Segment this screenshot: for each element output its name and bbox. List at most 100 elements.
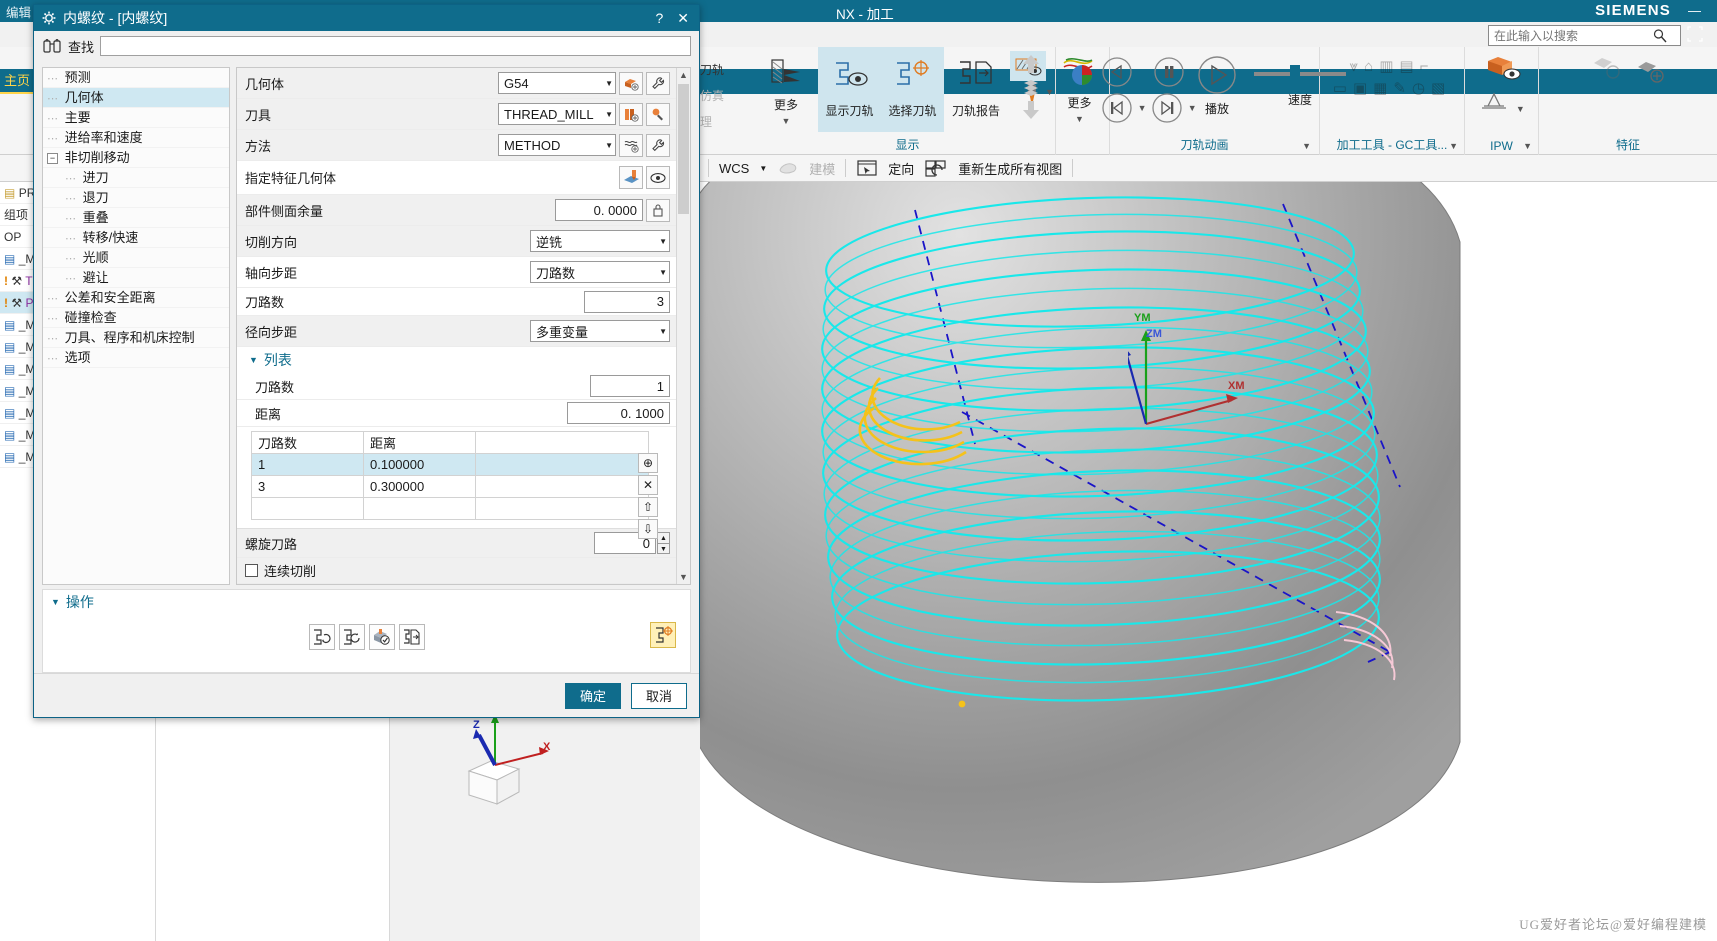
method-new-button[interactable] [619,133,643,157]
chevron-down-icon[interactable]: ▼ [1075,114,1084,124]
specify-feature-geometry-button[interactable] [619,166,643,189]
list-add-button[interactable]: ⊕ [638,453,658,473]
table-row[interactable]: 1 0.100000 [251,453,649,476]
ribbon-button-toolpath-report[interactable]: 刀轨报告 [944,47,1008,132]
gc-icon-10[interactable]: ◷ [1412,80,1431,97]
dialog-tree-item-options[interactable]: ⋯ 选项 [43,348,229,368]
cut-direction-select[interactable]: 逆铣 ▼ [530,230,670,252]
gc-icon-11[interactable]: ▧ [1431,80,1451,97]
ipw-section-icon[interactable] [1478,88,1512,112]
gc-icon-4[interactable]: ▤ [1399,58,1419,75]
graphics-window[interactable]: YM ZM XM UG爱好者论坛@爱好编程建模 [700,182,1717,941]
list-move-up-button[interactable]: ⇧ [638,497,658,517]
dialog-nav-tree[interactable]: ⋯ 预测 ⋯ 几何体 ⋯ 主要 ⋯ 进给率和速度 − 非切削移动 ⋯ 进刀 ⋯ … [42,67,230,585]
dialog-tree-item-tolerance[interactable]: ⋯ 公差和安全距离 [43,288,229,308]
stepper-up-icon[interactable]: ▲ [657,532,670,543]
chevron-down-icon[interactable]: ▼ [1449,141,1458,151]
chevron-down-icon[interactable]: ▼ [597,79,613,88]
display-feature-geometry-button[interactable] [646,166,670,189]
chevron-down-icon[interactable]: ▼ [759,164,767,173]
dialog-tree-item-transfer[interactable]: ⋯ 转移/快速 [43,228,229,248]
gc-icon-5[interactable]: ⌐ [1420,58,1435,75]
part-side-stock-input[interactable]: 0. 0000 [555,199,643,221]
menu-item-edit[interactable]: 编辑 [6,2,31,21]
geometry-select[interactable]: G54 ▼ [498,72,616,94]
expand-icon[interactable] [1687,26,1705,44]
arrow-down-icon[interactable] [1016,99,1046,121]
dialog-tree-item-overlap[interactable]: ⋯ 重叠 [43,208,229,228]
chevron-down-icon[interactable]: ▼ [1523,141,1532,151]
generate-toolpath-button[interactable] [308,624,335,650]
list-section-header[interactable]: ▼ 列表 [237,347,676,373]
ribbon-button-show-toolpath[interactable]: 显示刀轨 [818,47,881,132]
last-frame-icon[interactable] [1150,91,1184,125]
tool-select[interactable]: THREAD_MILL ▼ [498,103,616,125]
chevron-down-icon[interactable]: ▼ [1138,103,1147,113]
chevron-down-icon[interactable]: ▼ [782,116,791,126]
list-move-down-button[interactable]: ⇩ [638,519,658,539]
replay-toolpath-button[interactable] [338,624,365,650]
form-scrollbar[interactable]: ▲ ▼ [676,68,690,584]
feature-find-icon[interactable] [1586,53,1626,87]
speed-slider-thumb[interactable] [1290,65,1300,83]
gc-icon-7[interactable]: ▣ [1353,80,1373,97]
orient-icon[interactable] [856,158,878,178]
close-icon[interactable]: ✕ [677,10,689,27]
ipw-solid-icon[interactable] [1480,53,1524,85]
operations-header[interactable]: ▼ 操作 [43,590,690,614]
first-frame-icon[interactable] [1100,91,1134,125]
scrollbar-thumb[interactable] [678,84,689,214]
gc-icon-1[interactable]: ⩔ [1350,58,1364,75]
chevron-down-icon[interactable]: ▼ [1516,104,1525,114]
triangle-down-icon[interactable]: ▼ [249,355,258,365]
toolbar-wcs-label[interactable]: WCS [719,161,749,176]
tool-edit-button[interactable] [646,102,670,126]
verify-toolpath-button[interactable] [368,624,395,650]
dialog-tree-item-collision[interactable]: ⋯ 碰撞检查 [43,308,229,328]
chevron-down-icon[interactable]: ▼ [597,141,613,150]
stepper-down-icon[interactable]: ▼ [657,543,670,554]
ribbon-button-select-toolpath[interactable]: 选择刀轨 [881,47,944,132]
dialog-tree-item-retract[interactable]: ⋯ 退刀 [43,188,229,208]
dialog-tree-item-预测[interactable]: ⋯ 预测 [43,68,229,88]
dialog-tree-item-main[interactable]: ⋯ 主要 [43,108,229,128]
scroll-up-icon[interactable]: ▲ [677,68,690,82]
list-passes-input[interactable]: 1 [590,375,670,397]
help-icon[interactable]: ? [655,10,663,27]
axial-passes-input[interactable]: 3 [584,290,670,313]
gc-icon-8[interactable]: ▦ [1373,80,1393,97]
scroll-down-icon[interactable]: ▼ [677,570,690,584]
geometry-new-button[interactable] [619,71,643,95]
dialog-tree-item-engage[interactable]: ⋯ 进刀 [43,168,229,188]
find-input[interactable] [100,36,691,56]
feature-add-icon[interactable] [1630,57,1670,87]
list-toolpath-button[interactable] [398,624,425,650]
chevron-down-icon[interactable]: ▼ [651,268,667,277]
continuous-cut-checkbox[interactable] [245,564,258,577]
dialog-tree-item-smoothing[interactable]: ⋯ 光顺 [43,248,229,268]
search-box[interactable] [1488,25,1681,46]
dialog-tree-item-avoidance[interactable]: ⋯ 避让 [43,268,229,288]
dialog-tree-item-machinecontrol[interactable]: ⋯ 刀具、程序和机床控制 [43,328,229,348]
chevron-down-icon[interactable]: ▼ [1302,141,1311,151]
gc-icon-2[interactable]: ⌂ [1364,58,1379,75]
ribbon-group-feature-name[interactable]: 特征 [1539,136,1717,153]
dialog-title-bar[interactable]: 内螺纹 - [内螺纹] ? ✕ [34,5,699,31]
stepover-table[interactable]: 刀路数 距离 1 0.100000 3 0.300000 [251,431,649,520]
gc-icon-9[interactable]: ✎ [1393,80,1412,97]
arrow-up-icon[interactable] [1016,53,1046,75]
layers-icon[interactable] [1016,78,1046,96]
list-remove-button[interactable]: ✕ [638,475,658,495]
ribbon-button-play[interactable]: 播放 [1186,53,1248,117]
step-back-icon[interactable] [1100,55,1134,89]
search-input[interactable] [1492,27,1652,44]
toolbar-orient-label[interactable]: 定向 [888,159,914,178]
chevron-down-icon[interactable]: ▼ [651,237,667,246]
ok-button[interactable]: 确定 [565,682,621,709]
lock-button[interactable] [646,198,670,222]
gc-icon-6[interactable]: ▭ [1333,80,1353,97]
chevron-down-icon[interactable]: ▼ [597,110,613,119]
window-minimize-icon[interactable]: — [1688,3,1701,18]
triangle-down-icon[interactable]: ▼ [51,597,60,607]
table-row[interactable]: 3 0.300000 [251,475,649,498]
